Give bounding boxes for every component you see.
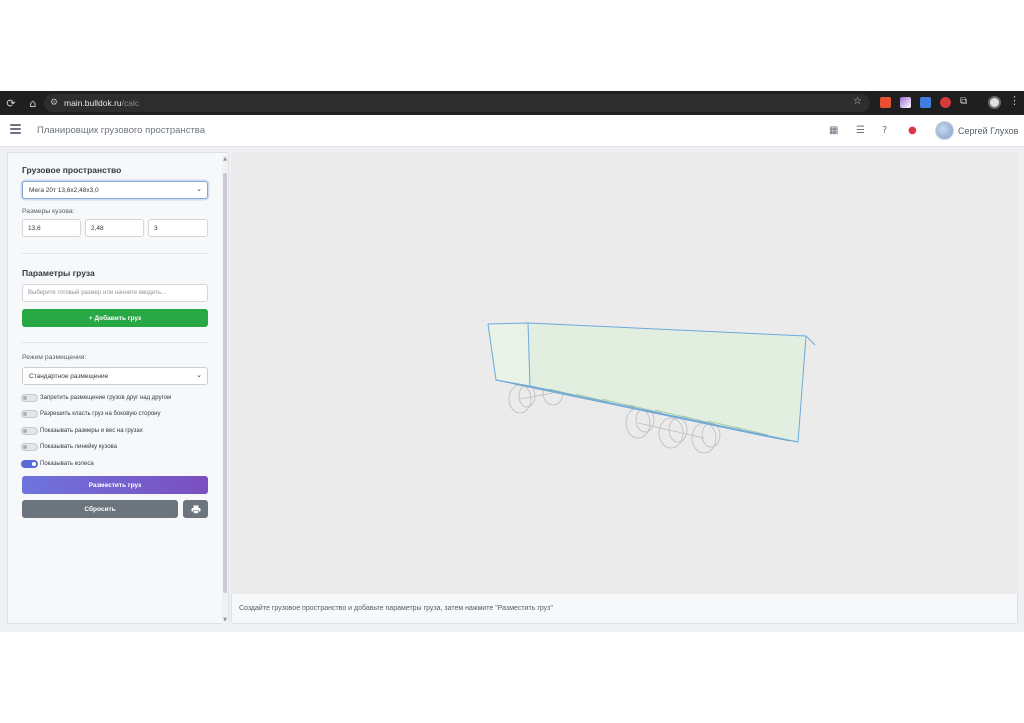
extension-pen-icon[interactable]	[900, 97, 911, 108]
scroll-down-icon[interactable]: ▼	[222, 617, 228, 623]
bell-icon[interactable]: ●	[908, 125, 917, 136]
height-input[interactable]: 3	[148, 219, 208, 237]
help-icon[interactable]: ?	[882, 125, 887, 136]
tune-icon[interactable]: ⚙	[50, 98, 64, 108]
user-name[interactable]: Сергей Глухов	[958, 126, 1018, 136]
cargo-3d-viewport[interactable]	[231, 152, 1018, 594]
space-section-title: Грузовое пространство	[22, 165, 122, 175]
body-dims-label: Размеры кузова:	[22, 208, 75, 215]
browser-menu-icon[interactable]: ⋮	[1009, 94, 1020, 107]
placement-mode-label: Режим размещения:	[22, 354, 87, 361]
print-icon	[191, 505, 200, 514]
app-header: Планировщик грузового пространства ▦ ☰ ?…	[0, 115, 1024, 147]
browser-toolbar: ⟳ ⌂ ⚙ main.bulldok.ru/calc ☆ ⧉ ⋮	[0, 91, 1024, 115]
address-bar[interactable]: ⚙ main.bulldok.ru/calc ☆	[44, 94, 870, 112]
star-icon[interactable]: ☆	[853, 96, 862, 107]
chevron-down-icon: ⌄	[196, 185, 202, 193]
print-button[interactable]	[183, 500, 208, 518]
section-divider	[22, 342, 208, 343]
page-title: Планировщик грузового пространства	[37, 125, 206, 136]
home-icon[interactable]: ⌂	[22, 91, 44, 115]
status-bar: Создайте грузовое пространство и добавьт…	[231, 594, 1018, 624]
section-divider	[22, 253, 208, 254]
list-icon[interactable]: ☰	[856, 125, 865, 136]
toggle-label: Запретить размещение грузов друг над дру…	[40, 395, 172, 401]
toggle-label: Показывать размеры и вес на грузах	[40, 428, 143, 434]
url-host: main.bulldok.ru	[64, 98, 122, 108]
trailer-3d-model[interactable]	[231, 152, 1018, 594]
trailer-side-face	[528, 323, 806, 442]
length-input[interactable]: 13,6	[22, 219, 81, 237]
trailer-front-face	[488, 323, 530, 386]
reload-icon[interactable]: ⟳	[0, 91, 22, 115]
avatar[interactable]	[935, 121, 954, 140]
cargo-section-title: Параметры груза	[22, 268, 95, 278]
toggle-show-wheels[interactable]: Показывать колеса	[21, 459, 94, 469]
extension-red-icon[interactable]	[880, 97, 891, 108]
extension-blue-icon[interactable]	[920, 97, 931, 108]
sidebar-panel: Грузовое пространство Мега 20т 13,6х2,48…	[7, 152, 229, 624]
place-cargo-button[interactable]: Разместить груз	[22, 476, 208, 494]
toggle-show-ruler[interactable]: Показывать линейку кузова	[21, 442, 117, 452]
app-screen: ⟳ ⌂ ⚙ main.bulldok.ru/calc ☆ ⧉ ⋮ Планиро…	[0, 91, 1024, 632]
space-select[interactable]: Мега 20т 13,6х2,48х3,0 ⌄	[22, 181, 208, 199]
space-select-value: Мега 20т 13,6х2,48х3,0	[29, 186, 99, 194]
toggle-label: Разрешить класть груз на боковую сторону	[40, 411, 161, 417]
toggle-switch[interactable]	[21, 410, 38, 418]
placement-mode-select[interactable]: Стандартное размещение ⌄	[22, 367, 208, 385]
toggle-switch[interactable]	[21, 460, 38, 468]
toggle-switch[interactable]	[21, 394, 38, 402]
width-input[interactable]: 2,48	[85, 219, 144, 237]
status-text: Создайте грузовое пространство и добавьт…	[239, 605, 553, 612]
toggle-show-dims-weight[interactable]: Показывать размеры и вес на грузах	[21, 426, 143, 436]
reset-button[interactable]: Сбросить	[22, 500, 178, 518]
profile-icon[interactable]	[988, 96, 1001, 109]
toggle-label: Показывать линейку кузова	[40, 444, 117, 450]
toggle-label: Показывать колеса	[40, 461, 94, 467]
placement-mode-value: Стандартное размещение	[29, 372, 109, 380]
add-cargo-button[interactable]: + Добавить груз	[22, 309, 208, 327]
extensions-puzzle-icon[interactable]: ⧉	[960, 96, 967, 107]
toggle-allow-side[interactable]: Разрешить класть груз на боковую сторону	[21, 409, 161, 419]
scrollbar-thumb[interactable]	[223, 173, 227, 593]
toggle-no-stacking[interactable]: Запретить размещение грузов друг над дру…	[21, 393, 171, 403]
calculator-icon[interactable]: ▦	[829, 125, 838, 136]
cargo-search-input[interactable]: Выберите готовый размер или начните ввод…	[22, 284, 208, 302]
scroll-up-icon[interactable]: ▲	[222, 156, 228, 162]
toggle-switch[interactable]	[21, 443, 38, 451]
hamburger-icon[interactable]	[10, 124, 21, 134]
toggle-switch[interactable]	[21, 427, 38, 435]
url-path: /calc	[121, 98, 140, 108]
sidebar-scrollbar[interactable]: ▲ ▼	[222, 155, 228, 625]
chevron-down-icon: ⌄	[196, 371, 202, 379]
extension-shield-icon[interactable]	[940, 97, 951, 108]
